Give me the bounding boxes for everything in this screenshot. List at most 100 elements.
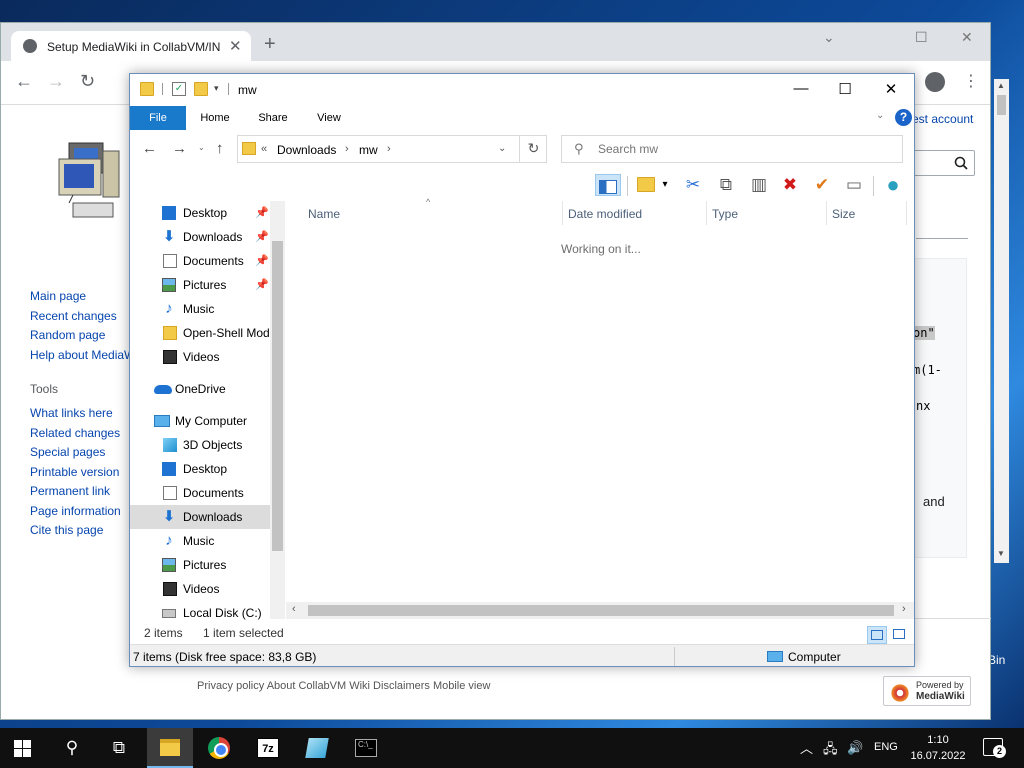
globe-icon[interactable]: ● (880, 174, 906, 196)
sidebar-item-desktop[interactable]: Desktop (130, 457, 270, 481)
footer-links[interactable]: Privacy policy About CollabVM Wiki Discl… (197, 680, 490, 692)
scrollbar-thumb[interactable] (997, 95, 1006, 115)
wiki-logo[interactable] (53, 139, 125, 223)
scrollbar-thumb[interactable] (308, 605, 894, 616)
quick-access-dropdown-icon[interactable]: ▾ (214, 83, 219, 94)
notifications-icon[interactable]: 2 (983, 738, 1006, 758)
close-tab-icon[interactable]: ✕ (229, 37, 242, 55)
rename-icon[interactable]: ▭ (841, 174, 867, 196)
sidebar-item-videos[interactable]: Videos (130, 345, 270, 369)
windows-start-icon[interactable] (14, 740, 31, 757)
horizontal-scrollbar[interactable]: ‹ › (286, 602, 914, 619)
volume-icon[interactable]: 🔊 (847, 740, 863, 756)
tab-share[interactable]: Share (250, 106, 296, 130)
view-options-dropdown-icon[interactable]: ▾ (658, 174, 672, 196)
column-header-name[interactable]: Name (308, 207, 340, 221)
address-dropdown-icon[interactable]: ⌄ (498, 143, 506, 154)
back-button[interactable]: ← (15, 71, 33, 92)
chrome-close-button[interactable]: ✕ (961, 29, 973, 46)
minimize-button[interactable]: — (791, 80, 811, 97)
scroll-up-icon[interactable]: ▲ (997, 81, 1005, 90)
account-avatar[interactable] (925, 72, 945, 92)
scroll-left-icon[interactable]: ‹ (292, 603, 296, 615)
column-header-size[interactable]: Size (832, 207, 855, 221)
tools-link-what-links-here[interactable]: What links here (30, 404, 121, 424)
tools-link-special-pages[interactable]: Special pages (30, 443, 121, 463)
search-icon[interactable] (954, 156, 968, 170)
sidebar-item-videos[interactable]: Videos (130, 577, 270, 601)
search-button[interactable]: ⚲ (49, 728, 95, 768)
chrome-tab[interactable]: Setup MediaWiki in CollabVM/IN ✕ (11, 31, 251, 61)
sidebar-item-open-shell[interactable]: Open-Shell Mod (130, 321, 270, 345)
tools-link-printable-version[interactable]: Printable version (30, 463, 121, 483)
chrome-minimize-button[interactable]: ⌄ (823, 29, 835, 46)
delete-icon[interactable]: ✖ (777, 174, 803, 196)
sidebar-item-desktop[interactable]: Desktop 📌 (130, 201, 270, 225)
breadcrumb-mw[interactable]: mw (359, 143, 378, 157)
powered-by-mediawiki-badge[interactable]: Powered by MediaWiki (883, 676, 971, 706)
ribbon-expand-icon[interactable]: ⌄ (876, 110, 884, 121)
network-icon[interactable]: 🖧 (823, 740, 838, 762)
navigation-pane-scrollbar[interactable] (270, 201, 285, 619)
view-options-button[interactable] (633, 174, 659, 196)
refresh-button[interactable]: ↻ (519, 135, 547, 163)
show-hidden-icons-icon[interactable]: ︿ (800, 738, 813, 757)
paste-icon[interactable]: ▥ (746, 174, 772, 196)
sidebar-item-downloads[interactable]: ⬇ Downloads (130, 505, 270, 529)
chrome-menu-icon[interactable]: ⋮ (963, 71, 979, 91)
sidebar-item-my-computer[interactable]: My Computer (130, 409, 270, 433)
tools-link-cite-this-page[interactable]: Cite this page (30, 521, 121, 541)
up-button[interactable]: ↑ (216, 140, 224, 157)
back-button[interactable]: ← (142, 140, 157, 157)
scrollbar-thumb[interactable] (272, 241, 283, 551)
scroll-right-icon[interactable]: › (902, 603, 906, 615)
preview-pane-button[interactable] (595, 174, 621, 196)
forward-button[interactable]: → (172, 140, 187, 157)
column-header-type[interactable]: Type (712, 207, 738, 221)
taskbar-file-explorer[interactable] (147, 728, 193, 768)
taskbar-chrome[interactable] (196, 728, 242, 768)
sidebar-item-pictures[interactable]: Pictures 📌 (130, 273, 270, 297)
tab-home[interactable]: Home (192, 106, 238, 130)
breadcrumb-separator-icon[interactable]: › (345, 143, 349, 155)
sidebar-item-documents[interactable]: Documents (130, 481, 270, 505)
taskbar-app[interactable] (294, 728, 340, 768)
cut-icon[interactable]: ✂ (680, 174, 706, 196)
tab-view[interactable]: View (306, 106, 352, 130)
new-tab-button[interactable]: + (264, 33, 276, 56)
forward-button[interactable]: → (47, 71, 65, 92)
task-view-button[interactable]: ⧉ (96, 728, 142, 768)
help-icon[interactable]: ? (895, 109, 912, 126)
column-divider[interactable] (706, 201, 707, 225)
breadcrumb-overflow-icon[interactable]: « (261, 143, 267, 155)
recent-locations-icon[interactable]: ⌄ (198, 143, 205, 152)
page-scrollbar[interactable]: ▲ ▼ (994, 79, 1009, 563)
sidebar-item-3d-objects[interactable]: 3D Objects (130, 433, 270, 457)
tools-link-page-information[interactable]: Page information (30, 502, 121, 522)
properties-check-icon[interactable]: ✔ (809, 174, 835, 196)
search-input[interactable] (598, 141, 888, 157)
reload-button[interactable]: ↻ (80, 71, 95, 92)
taskbar-7zip[interactable]: 7z (245, 728, 291, 768)
column-divider[interactable] (826, 201, 827, 225)
chrome-maximize-button[interactable]: ☐ (915, 29, 928, 46)
sidebar-item-documents[interactable]: Documents 📌 (130, 249, 270, 273)
scroll-down-icon[interactable]: ▼ (997, 549, 1005, 558)
maximize-button[interactable]: ☐ (835, 80, 855, 98)
new-folder-icon[interactable] (194, 82, 208, 96)
search-box[interactable]: ⚲ (561, 135, 903, 163)
tab-file[interactable]: File (130, 106, 186, 130)
taskbar-command-prompt[interactable]: C:\_ (343, 728, 389, 768)
sidebar-item-onedrive[interactable]: OneDrive (130, 377, 270, 401)
tools-link-related-changes[interactable]: Related changes (30, 424, 121, 444)
large-icons-view-button[interactable] (890, 626, 910, 644)
breadcrumb-downloads[interactable]: Downloads (277, 143, 336, 157)
clock[interactable]: 1:10 16.07.2022 (910, 732, 966, 764)
column-divider[interactable] (562, 201, 563, 225)
language-indicator[interactable]: ENG (874, 741, 898, 753)
details-view-button[interactable] (867, 626, 887, 644)
sidebar-item-music[interactable]: ♪ Music (130, 297, 270, 321)
address-bar[interactable]: « Downloads › mw › ⌄ (237, 135, 547, 163)
column-divider[interactable] (906, 201, 907, 225)
properties-icon[interactable]: ✓ (172, 82, 186, 96)
